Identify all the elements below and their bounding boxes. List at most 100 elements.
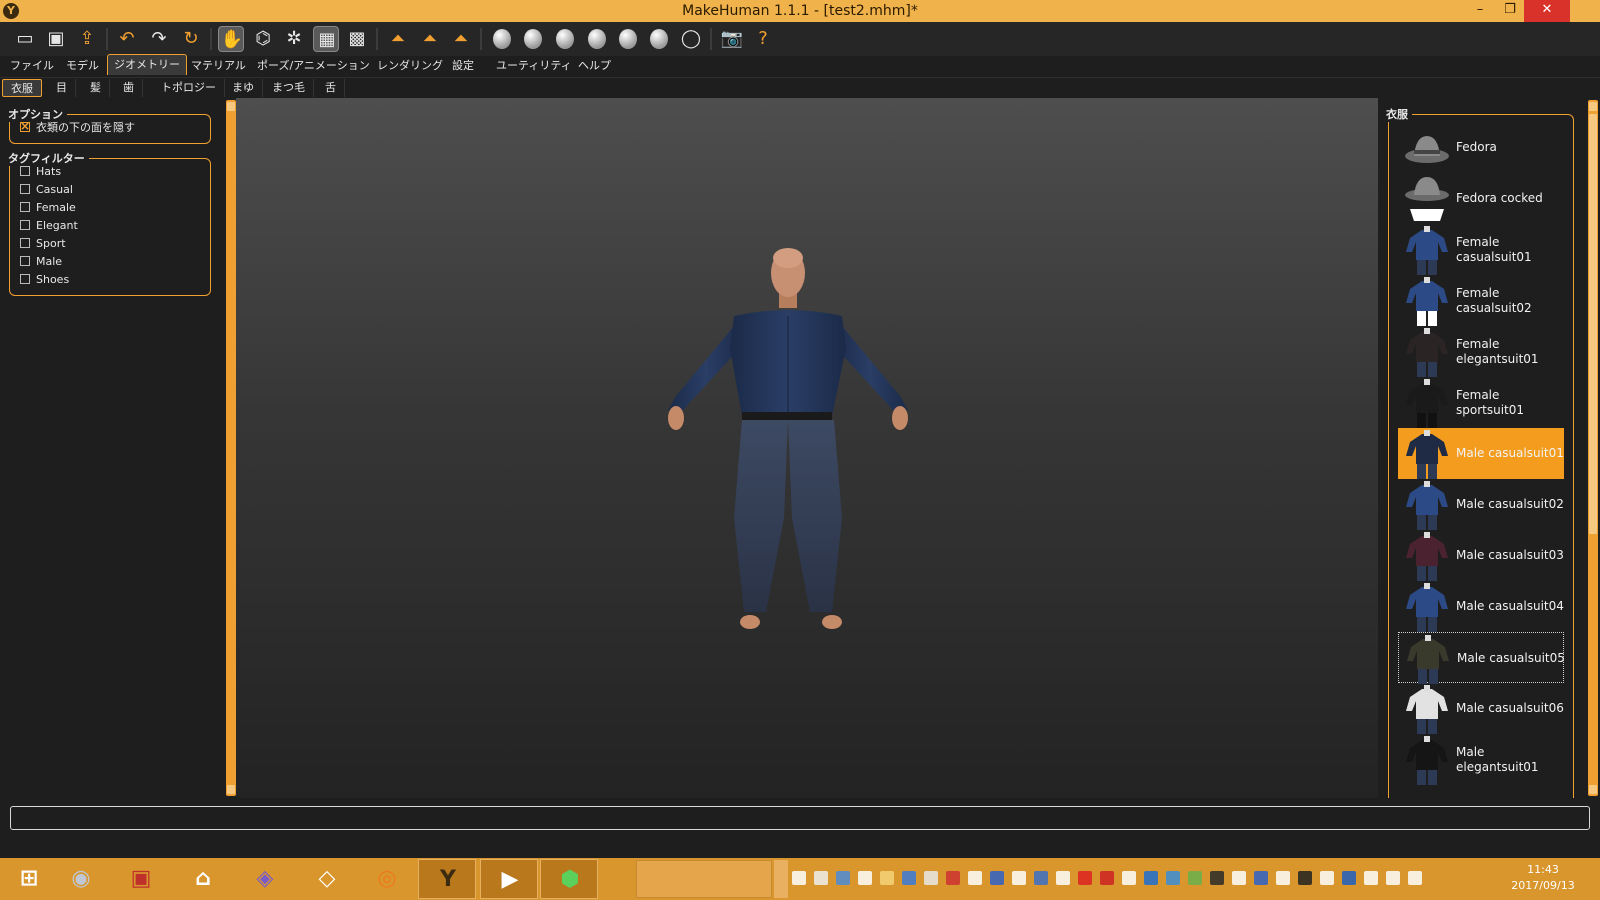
symmetry-left-icon[interactable]: ⏶ <box>417 26 443 52</box>
right-view-icon[interactable] <box>584 26 610 52</box>
checkbox-icon[interactable] <box>20 166 30 176</box>
tray-app-icon[interactable] <box>1012 871 1026 885</box>
undo-icon[interactable]: ↶ <box>114 26 140 52</box>
tray-app-icon[interactable] <box>968 871 982 885</box>
subtab-topology[interactable]: トポロジー <box>153 79 225 97</box>
tray-app-icon[interactable] <box>1122 871 1136 885</box>
tag-shoes-checkbox[interactable]: Shoes <box>20 272 69 288</box>
subtab-eyes[interactable]: 目 <box>48 79 76 97</box>
tray-app-icon[interactable] <box>1386 871 1400 885</box>
tab-help[interactable]: ヘルプ <box>572 56 617 75</box>
green-app-taskbar-icon[interactable]: ⬢ <box>540 859 598 899</box>
checkbox-icon[interactable] <box>20 274 30 284</box>
help-icon[interactable]: ? <box>750 26 776 52</box>
tag-casual-checkbox[interactable]: Casual <box>20 182 73 198</box>
tray-app-icon[interactable] <box>836 871 850 885</box>
skeleton-icon[interactable]: ✲ <box>281 26 307 52</box>
tray-app-icon[interactable] <box>858 871 872 885</box>
reset-camera-icon[interactable]: ◯ <box>678 26 704 52</box>
wireframe-icon[interactable]: ⌬ <box>250 26 276 52</box>
unity-icon[interactable]: ◇ <box>298 859 356 899</box>
explorer-icon[interactable]: ⌂ <box>174 859 232 899</box>
media-player-icon[interactable]: ◉ <box>52 859 110 899</box>
subtab-hair[interactable]: 髪 <box>82 79 110 97</box>
tray-app-icon[interactable] <box>1298 871 1312 885</box>
tray-app-icon[interactable] <box>1254 871 1268 885</box>
clothes-scrollbar[interactable] <box>1588 100 1598 796</box>
minimize-button[interactable]: – <box>1466 0 1494 22</box>
clothes-item[interactable]: Male casualsuit01 <box>1398 428 1564 479</box>
checkbox-checked-icon[interactable] <box>20 118 30 134</box>
clothes-item[interactable]: Fedora cocked <box>1398 173 1564 224</box>
redo-icon[interactable]: ↷ <box>146 26 172 52</box>
clothes-item[interactable]: Fedora <box>1398 122 1564 173</box>
tag-male-checkbox[interactable]: Male <box>20 254 62 270</box>
clothes-item[interactable]: Male elegantsuit01 <box>1398 734 1564 785</box>
tray-app-icon[interactable] <box>1408 871 1422 885</box>
symmetry-right-icon[interactable]: ⏶ <box>385 26 411 52</box>
tray-app-icon[interactable] <box>1144 871 1158 885</box>
tag-sport-checkbox[interactable]: Sport <box>20 236 66 252</box>
human-model[interactable] <box>236 98 1378 798</box>
visual-studio-icon[interactable]: ◈ <box>236 859 294 899</box>
left-panel-scrollbar[interactable] <box>226 100 236 796</box>
tray-app-icon[interactable] <box>1232 871 1246 885</box>
tray-app-icon[interactable] <box>1188 871 1202 885</box>
screenshot-icon[interactable]: 📷 <box>719 26 745 52</box>
blender-icon[interactable]: ◎ <box>358 859 416 899</box>
subtab-eyelashes[interactable]: まつ毛 <box>264 79 314 97</box>
symmetry-icon[interactable]: ⏶ <box>448 26 474 52</box>
tab-file[interactable]: ファイル <box>4 56 60 75</box>
tag-elegant-checkbox[interactable]: Elegant <box>20 218 78 234</box>
grid-icon[interactable]: ▦ <box>313 26 339 52</box>
new-file-icon[interactable]: ▭ <box>12 26 38 52</box>
tray-app-icon[interactable] <box>1342 871 1356 885</box>
tray-app-icon[interactable] <box>1034 871 1048 885</box>
clothes-item[interactable]: Male casualsuit06 <box>1398 683 1564 734</box>
checkbox-icon[interactable] <box>20 256 30 266</box>
tray-app-icon[interactable] <box>814 871 828 885</box>
checkbox-icon[interactable] <box>20 238 30 248</box>
clothes-item[interactable]: Male casualsuit03 <box>1398 530 1564 581</box>
clothes-item[interactable]: Female casualsuit02 <box>1398 275 1564 326</box>
clothes-item[interactable]: Male casualsuit04 <box>1398 581 1564 632</box>
reset-icon[interactable]: ↻ <box>178 26 204 52</box>
clothes-item[interactable]: Female elegantsuit01 <box>1398 326 1564 377</box>
subdivide-icon[interactable]: ▩ <box>344 26 370 52</box>
tray-app-icon[interactable] <box>1078 871 1092 885</box>
tray-app-icon[interactable] <box>1364 871 1378 885</box>
clothes-item[interactable]: Female casualsuit01 <box>1398 224 1564 275</box>
checkbox-icon[interactable] <box>20 184 30 194</box>
tray-app-icon[interactable] <box>1320 871 1334 885</box>
clothes-item[interactable]: Male casualsuit05 <box>1398 632 1565 684</box>
tray-app-icon[interactable] <box>946 871 960 885</box>
close-button[interactable]: ✕ <box>1524 0 1570 22</box>
tab-model[interactable]: モデル <box>60 56 105 75</box>
tray-app-icon[interactable] <box>902 871 916 885</box>
tab-settings[interactable]: 設定 <box>446 56 480 75</box>
tag-hats-checkbox[interactable]: Hats <box>20 164 61 180</box>
smooth-icon[interactable]: ✋ <box>218 26 244 52</box>
export-icon[interactable]: ⇪ <box>74 26 100 52</box>
player-taskbar-icon[interactable]: ▶ <box>480 859 538 899</box>
tray-app-icon[interactable] <box>1100 871 1114 885</box>
game-app-icon[interactable]: ▣ <box>112 859 170 899</box>
tab-rendering[interactable]: レンダリング <box>371 56 449 75</box>
tray-app-icon[interactable] <box>1166 871 1180 885</box>
hide-faces-checkbox[interactable]: 衣類の下の面を隠す <box>20 118 135 136</box>
clock[interactable]: 11:43 2017/09/13 <box>1498 862 1588 894</box>
tray-app-icon[interactable] <box>880 871 894 885</box>
tray-scroll[interactable] <box>774 860 788 898</box>
tab-geometry[interactable]: ジオメトリー <box>107 54 187 75</box>
windows-start-button[interactable]: ⊞ <box>0 859 58 899</box>
tab-utilities[interactable]: ユーティリティ <box>490 56 578 75</box>
tag-female-checkbox[interactable]: Female <box>20 200 76 216</box>
3d-viewport[interactable] <box>236 98 1378 798</box>
checkbox-icon[interactable] <box>20 202 30 212</box>
subtab-tongue[interactable]: 舌 <box>317 79 345 97</box>
subtab-eyebrows[interactable]: まゆ <box>224 79 263 97</box>
clothes-item[interactable]: Male casualsuit02 <box>1398 479 1564 530</box>
back-view-icon[interactable] <box>520 26 546 52</box>
top-view-icon[interactable] <box>615 26 641 52</box>
left-view-icon[interactable] <box>552 26 578 52</box>
